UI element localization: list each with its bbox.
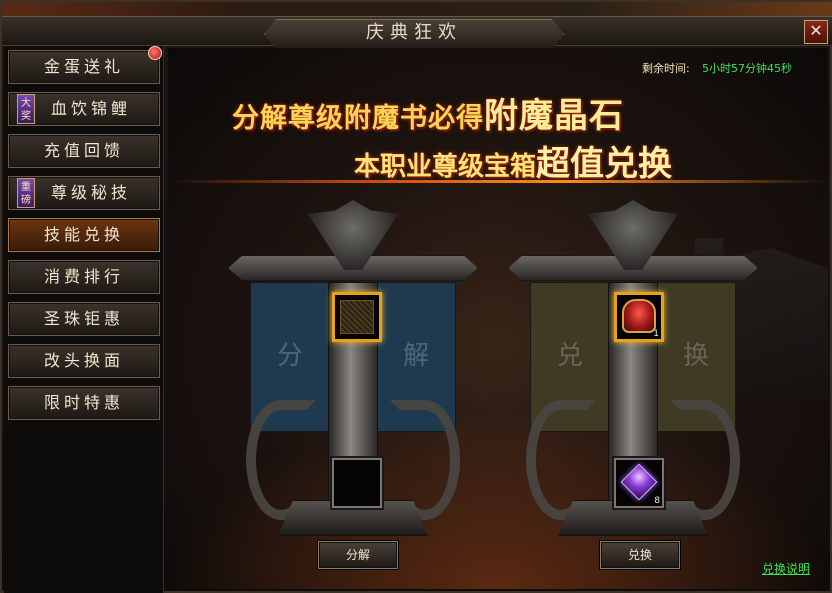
banner-line-2-text: 本职业尊级宝箱 xyxy=(354,152,537,182)
close-icon: ✕ xyxy=(809,21,823,40)
exchange-cloth-left-char: 兑 xyxy=(556,341,583,371)
sidebar-item-limited-offer[interactable]: 限时特惠 xyxy=(8,386,160,420)
sidebar-item-label: 改头换面 xyxy=(43,351,124,370)
decompose-cloth-right-char: 解 xyxy=(402,341,429,371)
sidebar-item-label: 金蛋送礼 xyxy=(43,57,124,76)
banner-line-1-text: 分解尊级附魔书必得 xyxy=(232,103,484,134)
sidebar-item-holy-pearl[interactable]: 圣珠钜惠 xyxy=(8,302,160,336)
item-count: 8 xyxy=(654,496,660,506)
decompose-cloth-left-char: 分 xyxy=(276,341,303,371)
sidebar-item-skill-exchange[interactable]: 技能兑换 xyxy=(8,218,160,252)
sidebar-item-label: 限时特惠 xyxy=(43,393,124,412)
sidebar: 金蛋送礼 大奖 血饮锦鲤 充值回馈 重磅 尊级秘技 技能兑换 消费排行 圣珠钜惠… xyxy=(4,46,164,593)
banner-line-1: 分解尊级附魔书必得附魔晶石 xyxy=(232,88,624,137)
sidebar-item-recharge-reward[interactable]: 充值回馈 xyxy=(8,134,160,168)
decompose-output-slot[interactable] xyxy=(332,458,382,508)
timer-label: 剩余时间: xyxy=(642,62,690,75)
decompose-input-slot[interactable] xyxy=(332,292,382,342)
window-title: 庆典狂欢 xyxy=(366,22,462,43)
decompose-button-label: 分解 xyxy=(345,548,370,562)
treasure-chest-icon xyxy=(622,299,656,333)
exchange-help-link[interactable]: 兑换说明 xyxy=(762,560,810,577)
sidebar-item-label: 尊级秘技 xyxy=(50,183,131,202)
banner-line-2: 本职业尊级宝箱超值兑换 xyxy=(354,136,672,185)
sidebar-item-label: 消费排行 xyxy=(43,267,124,286)
sidebar-item-label: 血饮锦鲤 xyxy=(50,99,131,118)
exchange-input-slot[interactable]: 1 xyxy=(614,292,664,342)
sidebar-item-koi[interactable]: 大奖 血饮锦鲤 xyxy=(8,92,160,126)
timer-value: 5小时57分钟45秒 xyxy=(702,62,792,75)
exchange-cloth-right-char: 换 xyxy=(682,341,709,371)
event-window: 庆典狂欢 ✕ 金蛋送礼 大奖 血饮锦鲤 充值回馈 重磅 尊级秘技 技能兑换 消费… xyxy=(0,0,832,593)
banner-line-2-highlight: 超值兑换 xyxy=(536,144,673,184)
sidebar-item-label: 技能兑换 xyxy=(43,225,124,244)
close-button[interactable]: ✕ xyxy=(804,20,828,44)
notification-dot-icon xyxy=(148,46,162,60)
exchange-button-label: 兑换 xyxy=(627,548,652,562)
exchange-button[interactable]: 兑换 xyxy=(600,541,680,569)
sidebar-item-label: 圣珠钜惠 xyxy=(43,309,124,328)
decompose-button[interactable]: 分解 xyxy=(318,541,398,569)
sidebar-item-supreme-skill[interactable]: 重磅 尊级秘技 xyxy=(8,176,160,210)
title-bar: 庆典狂欢 xyxy=(2,16,832,49)
sidebar-item-label: 充值回馈 xyxy=(43,141,124,160)
enchant-book-icon xyxy=(340,300,374,334)
sidebar-item-makeover[interactable]: 改头换面 xyxy=(8,344,160,378)
banner-underline xyxy=(168,180,828,183)
sidebar-item-spending-rank[interactable]: 消费排行 xyxy=(8,260,160,294)
exchange-output-slot[interactable]: 8 xyxy=(614,458,664,508)
sidebar-item-golden-egg[interactable]: 金蛋送礼 xyxy=(8,46,162,84)
banner-line-1-highlight: 附魔晶石 xyxy=(484,96,624,136)
enchant-crystal-icon xyxy=(620,463,658,501)
item-count: 1 xyxy=(653,329,659,339)
main-panel: 剩余时间: 5小时57分钟45秒 分解尊级附魔书必得附魔晶石 本职业尊级宝箱超值… xyxy=(168,48,828,589)
